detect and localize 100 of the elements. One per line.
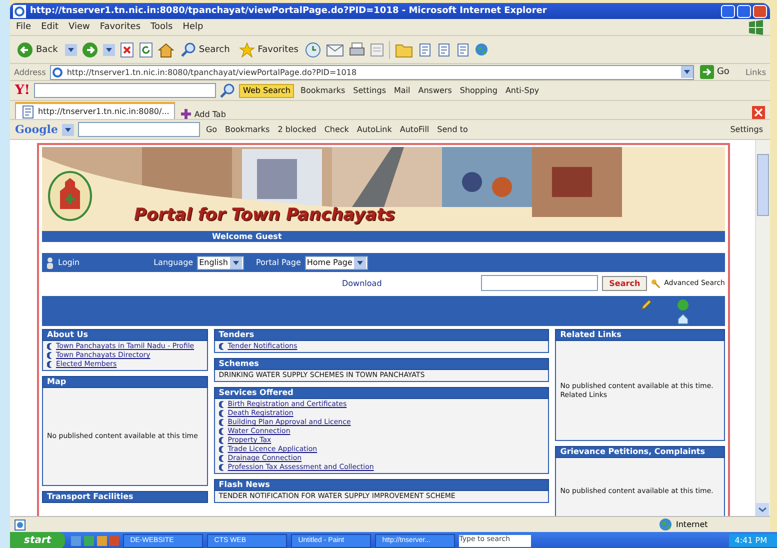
key-icon (651, 278, 660, 288)
list-icon[interactable] (456, 42, 470, 56)
toolbar-button[interactable]: Settings (351, 86, 388, 95)
bullet-icon (218, 343, 225, 350)
scrollbar-thumb[interactable] (757, 154, 769, 216)
menu-item[interactable]: File (16, 22, 32, 32)
bullet-icon (218, 428, 225, 435)
document-icon[interactable] (370, 42, 384, 56)
bullet-icon (218, 464, 225, 471)
globe-icon (659, 518, 672, 531)
bullet-icon (218, 410, 225, 417)
toolbar-button[interactable]: Mail (392, 86, 412, 95)
history-icon[interactable] (305, 42, 322, 58)
refresh-icon[interactable] (138, 42, 153, 58)
browser-tab[interactable]: http://tnserver1.tn.nic.in:8080/... (15, 102, 176, 119)
toolbar-button[interactable]: Shopping (458, 86, 500, 95)
panel-header: Schemes (214, 358, 550, 370)
bullet-icon (218, 401, 225, 408)
menu-item[interactable]: Favorites (100, 22, 141, 32)
toolbar-button[interactable]: Settings (728, 125, 765, 134)
toolbar-button[interactable]: Bookmarks (298, 86, 348, 95)
globe-icon (475, 43, 488, 56)
bullet-icon (47, 343, 53, 350)
address-field[interactable]: http://tnserver1.tn.nic.in:8080/tpanchayat/viewPortalPage.do?PID=1018 (50, 64, 694, 80)
panel-header: About Us (42, 329, 208, 341)
bullet-icon (218, 446, 225, 453)
toolbar-button[interactable]: AutoFill (398, 125, 432, 134)
back-button[interactable]: Back (15, 42, 60, 58)
scroll-down-icon[interactable] (756, 503, 769, 516)
portal-title: Portal for Town Panchayats (134, 205, 395, 225)
window-title: http://tnserver1.tn.nic.in:8080/tpanchayat/viewPortalPage.do?PID=1018 - Microsoft Internet Explorer (30, 6, 548, 16)
portal-page-label: Portal Page (256, 258, 301, 267)
welcome-text: Welcome Guest (212, 232, 282, 241)
search-field[interactable] (481, 275, 598, 291)
links-label[interactable]: Links (745, 68, 766, 76)
web-search-button[interactable]: Web Search (239, 84, 294, 98)
bullet-icon (47, 352, 53, 359)
printer-icon[interactable] (349, 42, 366, 58)
go-arrow-icon[interactable] (700, 65, 714, 79)
toolbar-button[interactable]: Bookmarks (223, 125, 272, 134)
quick-launch-icon[interactable] (69, 534, 120, 546)
close-icon[interactable] (752, 106, 765, 119)
search-button[interactable]: Search (602, 276, 648, 290)
new-tab-button[interactable]: Add Tab (179, 109, 228, 119)
emblem-logo (48, 171, 92, 221)
search-icon[interactable] (220, 83, 235, 98)
panel-header: Transport Facilities (42, 491, 208, 503)
bullet-icon (218, 437, 225, 444)
go-button[interactable]: Go (698, 65, 732, 79)
toolbar-button[interactable]: 2 blocked (276, 125, 318, 134)
panel-header: Flash News (214, 479, 550, 491)
google-search-field[interactable] (78, 122, 200, 137)
zone-text: Internet (676, 520, 709, 529)
forward-icon[interactable] (82, 42, 98, 58)
plus-icon (181, 109, 192, 119)
toolbar-button[interactable]: Send to (435, 125, 470, 134)
login-link[interactable]: Login (58, 258, 80, 267)
home-icon[interactable] (158, 42, 174, 58)
search-button[interactable]: Search (178, 42, 232, 57)
toolbar-button[interactable]: Answers (416, 86, 454, 95)
yahoo-logo: Y! (15, 83, 30, 98)
google-logo: Google (15, 123, 58, 136)
folder-icon[interactable] (395, 42, 414, 58)
pencil-icon (640, 299, 652, 311)
panel-header: Related Links (555, 329, 725, 341)
menu-item[interactable]: View (68, 22, 90, 32)
toolbar-button[interactable]: Go (204, 125, 220, 134)
browser-icon (50, 66, 64, 78)
yahoo-search-field[interactable] (34, 83, 216, 98)
bullet-icon (218, 455, 225, 462)
menu-item[interactable]: Help (182, 22, 204, 32)
menu-item[interactable]: Edit (41, 22, 58, 32)
star-icon[interactable] (238, 42, 255, 58)
portal-page-dropdown[interactable]: Home Page (304, 256, 368, 270)
stop-icon[interactable] (120, 42, 134, 58)
download-link[interactable]: Download (342, 278, 382, 288)
home-icon (677, 313, 689, 325)
panel-header: Tenders (214, 329, 550, 341)
maximize-button[interactable] (737, 4, 751, 18)
panel-header: Map (42, 376, 208, 388)
browser-icon (13, 4, 26, 18)
mail-icon[interactable] (326, 42, 344, 56)
menu-item[interactable]: Tools (150, 22, 173, 32)
toolbar-button[interactable]: AutoLink (354, 125, 394, 134)
favorites-button[interactable]: Favorites (236, 42, 300, 58)
language-dropdown[interactable]: English (197, 256, 244, 270)
page-status-icon (14, 518, 26, 530)
person-icon (46, 256, 54, 268)
minimize-button[interactable] (721, 4, 735, 18)
close-button[interactable] (753, 4, 767, 18)
toolbar-button[interactable]: Check (322, 125, 351, 134)
search-icon[interactable] (180, 42, 196, 57)
back-icon[interactable] (17, 42, 33, 58)
toolbar-button[interactable]: Anti-Spy (503, 86, 542, 95)
panel-header: Services Offered (214, 387, 550, 399)
bullet-icon (47, 361, 53, 368)
page-icon[interactable] (21, 104, 35, 118)
clock: 4:41 PM (728, 534, 777, 547)
address-label: Address (14, 68, 46, 76)
bullet-icon (218, 419, 225, 426)
